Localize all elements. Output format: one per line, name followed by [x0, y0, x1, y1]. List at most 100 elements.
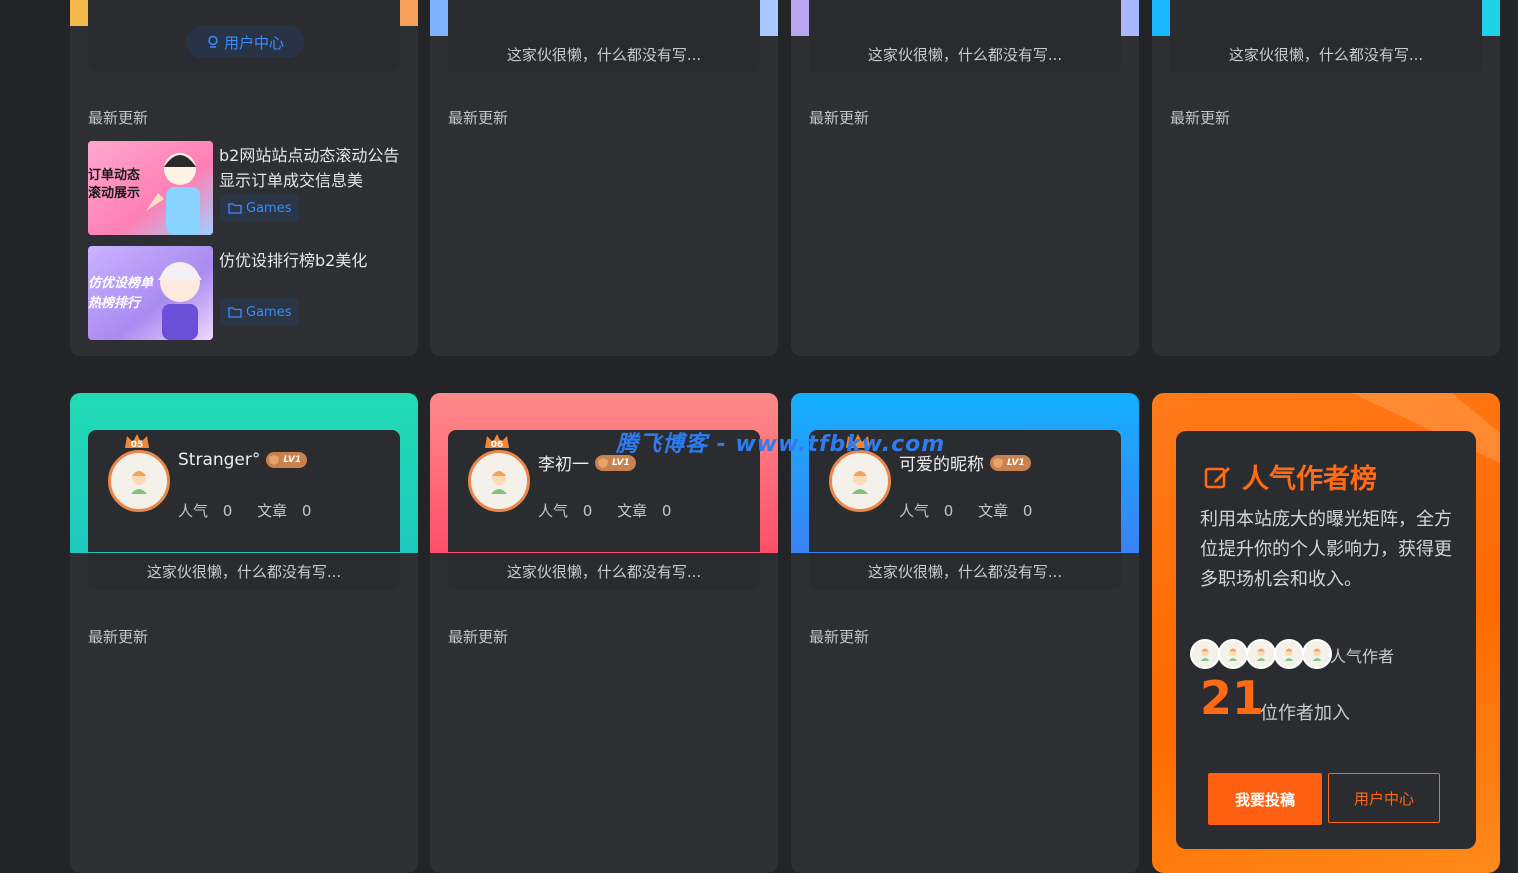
bio-text: 这家伙很懒，什么都没有写...	[1170, 36, 1482, 72]
avatar[interactable]	[829, 450, 891, 512]
articles-stat: 文章 0	[617, 502, 681, 520]
thumb-caption: 订单动态 滚动展示	[88, 168, 141, 201]
articles-label: 文章	[978, 502, 1009, 520]
promo-description: 利用本站庞大的曝光矩阵，全方位提升你的个人影响力，获得更多职场机会和收入。	[1200, 509, 1452, 590]
author-avatar[interactable]	[1302, 639, 1332, 669]
post-category-tag[interactable]: Games	[220, 194, 300, 222]
folder-icon	[228, 203, 242, 214]
user-face-icon	[1200, 648, 1210, 661]
author-card-lichuyi: 06 李初一 LV1 人气 0 文章 0 这家伙很懒，什么都没有写... 最新更…	[430, 393, 778, 873]
author-avatar[interactable]	[1246, 639, 1276, 669]
author-card-keai: 可爱的昵称 LV1 人气 0 文章 0 这家伙很懒，什么都没有写... 最新更新	[791, 393, 1139, 873]
articles-value: 0	[661, 502, 672, 520]
user-face-icon	[852, 471, 868, 494]
watermark-text: 腾飞博客 - www.tfbkw.com	[616, 432, 946, 457]
author-card-3: 这家伙很懒，什么都没有写... 最新更新	[791, 0, 1139, 356]
author-card-2: 这家伙很懒，什么都没有写... 最新更新	[430, 0, 778, 356]
location-icon	[208, 35, 218, 48]
user-face-icon	[1312, 648, 1322, 661]
author-stats: 人气 0 文章 0	[538, 500, 691, 521]
author-count-label: 位作者加入	[1260, 703, 1350, 724]
shield-icon	[269, 455, 280, 465]
post-thumbnail[interactable]: 订单动态 滚动展示	[88, 141, 213, 235]
popularity-stat: 人气 0	[899, 502, 963, 520]
author-name[interactable]: Stranger° LV1	[178, 450, 308, 470]
popularity-value: 0	[943, 502, 954, 520]
popularity-value: 0	[222, 502, 233, 520]
user-face-icon	[491, 471, 507, 494]
level-badge: LV1	[990, 454, 1031, 471]
avatar[interactable]	[468, 450, 530, 512]
latest-updates-title: 最新更新	[88, 109, 149, 127]
author-avatar[interactable]	[1218, 639, 1248, 669]
articles-label: 文章	[257, 502, 288, 520]
level-text: LV1	[1007, 457, 1025, 468]
promo-title-text: 人气作者榜	[1242, 464, 1377, 495]
articles-stat: 文章 0	[257, 502, 321, 520]
popular-authors-promo: 人气作者榜 利用本站庞大的曝光矩阵，全方位提升你的个人影响力，获得更多职场机会和…	[1152, 393, 1500, 873]
shield-icon	[993, 457, 1003, 468]
bio-text: 这家伙很懒，什么都没有写...	[448, 553, 760, 589]
edit-icon	[1204, 466, 1230, 488]
author-card-4: 这家伙很懒，什么都没有写... 最新更新	[1152, 0, 1500, 356]
user-center-button[interactable]: 用户中心	[1328, 773, 1440, 823]
user-face-icon	[1284, 648, 1294, 661]
tag-label: Games	[246, 304, 292, 320]
popularity-label: 人气	[178, 502, 209, 520]
latest-updates-title: 最新更新	[88, 628, 149, 646]
latest-updates-title: 最新更新	[448, 109, 509, 127]
level-text: LV1	[612, 457, 630, 468]
author-avatars	[1190, 639, 1332, 669]
user-center-label: 用户中心	[223, 33, 284, 52]
post-title[interactable]: 仿优设排行榜b2美化	[219, 248, 408, 273]
user-face-icon	[131, 471, 147, 494]
thumb-caption: 仿优设榜单 热榜排行	[88, 276, 154, 311]
articles-label: 文章	[617, 502, 648, 520]
avatar[interactable]	[108, 450, 170, 512]
profile-box: 05 Stranger° LV1 人气 0 文章 0	[88, 430, 400, 552]
author-avatar[interactable]	[1274, 639, 1304, 669]
rank-number: 05	[130, 440, 144, 450]
articles-value: 0	[1022, 502, 1033, 520]
user-face-icon	[1228, 648, 1238, 661]
tag-label: Games	[246, 200, 292, 216]
post-item[interactable]: 仿优设榜单 热榜排行 仿优设排行榜b2美化 Games	[88, 246, 408, 340]
bio-text: 这家伙很懒，什么都没有写...	[448, 36, 760, 72]
user-center-button[interactable]: 用户中心	[186, 26, 304, 58]
author-name-text[interactable]: 李初一	[538, 450, 589, 475]
shield-icon	[598, 457, 608, 468]
post-item[interactable]: 订单动态 滚动展示 b2网站站点动态滚动公告显示订单成交信息美 Games	[88, 141, 408, 235]
author-card-stranger: 05 Stranger° LV1 人气 0 文章 0 这家伙很懒，什么都没有写.…	[70, 393, 418, 873]
post-title[interactable]: b2网站站点动态滚动公告显示订单成交信息美	[219, 143, 408, 193]
folder-icon	[228, 307, 242, 318]
submit-post-button[interactable]: 我要投稿	[1208, 773, 1322, 825]
bio-text: 这家伙很懒，什么都没有写...	[88, 553, 400, 589]
popularity-stat: 人气 0	[538, 502, 602, 520]
author-avatar[interactable]	[1190, 639, 1220, 669]
popular-authors-label: 人气作者	[1330, 647, 1395, 666]
bio-text: 这家伙很懒，什么都没有写...	[809, 36, 1121, 72]
latest-updates-title: 最新更新	[809, 109, 870, 127]
profile-box	[448, 0, 760, 36]
popularity-label: 人气	[899, 502, 930, 520]
post-thumbnail[interactable]: 仿优设榜单 热榜排行	[88, 246, 213, 340]
profile-box	[1170, 0, 1482, 36]
profile-box	[809, 0, 1121, 36]
level-badge: LV1	[266, 452, 308, 468]
author-name-text[interactable]: Stranger°	[178, 450, 260, 470]
popularity-value: 0	[582, 502, 593, 520]
author-stats: 人气 0 文章 0	[178, 500, 331, 521]
author-count: 21	[1200, 671, 1265, 725]
post-category-tag[interactable]: Games	[220, 298, 300, 326]
latest-updates-title: 最新更新	[448, 628, 509, 646]
promo-title: 人气作者榜	[1204, 457, 1377, 496]
rank-number: 06	[490, 440, 504, 450]
promo-panel: 人气作者榜 利用本站庞大的曝光矩阵，全方位提升你的个人影响力，获得更多职场机会和…	[1176, 431, 1476, 849]
level-text: LV1	[283, 455, 302, 465]
popularity-label: 人气	[538, 502, 569, 520]
popularity-stat: 人气 0	[178, 502, 242, 520]
author-card-1: 用户中心 最新更新 订单动态 滚动展示 b2网站站点动态滚动公告显示订单成交信息…	[70, 0, 418, 356]
author-stats: 人气 0 文章 0	[899, 500, 1052, 521]
user-face-icon	[1256, 648, 1266, 661]
latest-updates-title: 最新更新	[809, 628, 870, 646]
